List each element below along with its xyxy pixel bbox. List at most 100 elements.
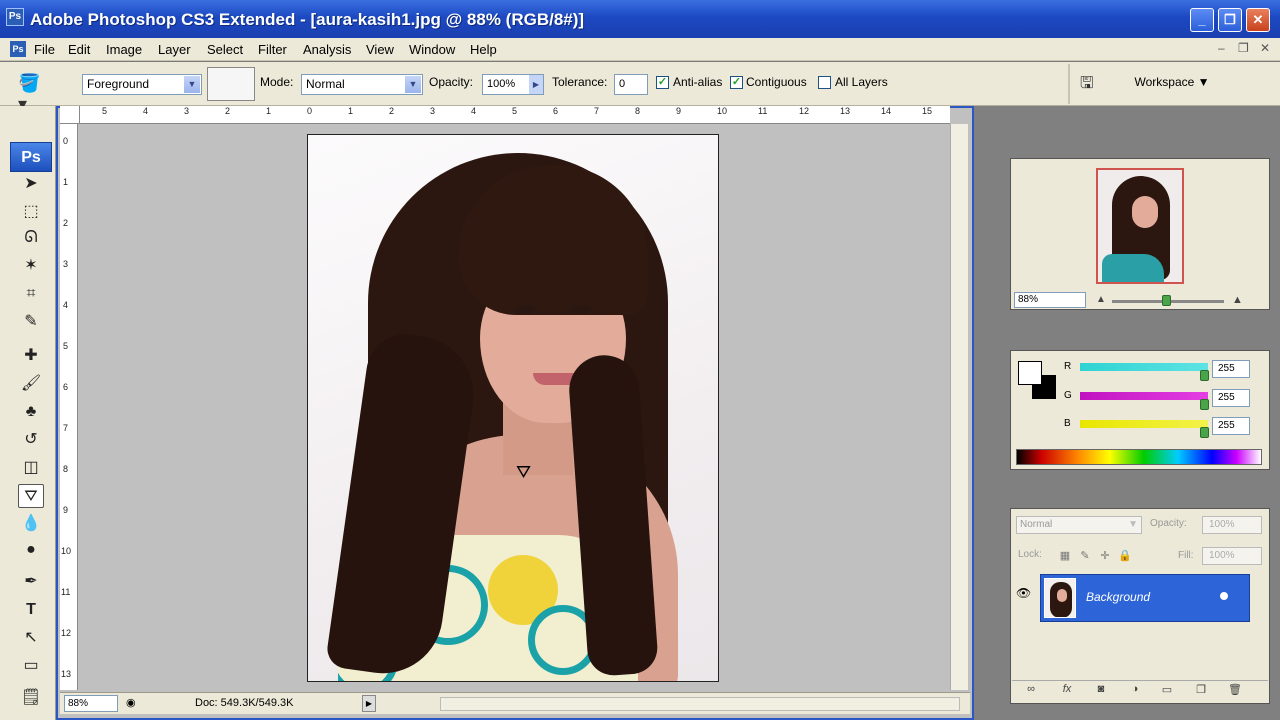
layer-opacity-field[interactable]: 100% [1202,516,1262,534]
lock-pixels-icon[interactable]: ✎ [1078,549,1092,563]
lasso-tool-icon[interactable]: ᘏ [18,226,44,250]
magic-wand-tool-icon[interactable]: ✶ [18,254,44,278]
menu-window[interactable]: Window [409,42,455,57]
all-layers-checkbox[interactable] [818,76,831,89]
notes-tool-icon[interactable]: 🗒 [18,686,44,710]
doc-restore-icon[interactable]: ❐ [1238,41,1249,55]
navigator-zoom-field[interactable]: 88% [1014,292,1086,308]
clone-stamp-tool-icon[interactable]: ♣ [18,400,44,424]
pen-tool-icon[interactable]: ✒ [18,570,44,594]
menu-help[interactable]: Help [470,42,497,57]
doc-close-icon[interactable]: ✕ [1260,41,1270,55]
photoshop-logo[interactable]: Ps [10,142,52,172]
layer-style-icon[interactable]: fx [1058,683,1076,697]
eraser-tool-icon[interactable]: ◫ [18,456,44,480]
minimize-button[interactable]: _ [1190,8,1214,32]
green-channel-thumb[interactable] [1200,399,1209,410]
opacity-flyout-icon[interactable]: ▶ [529,75,543,94]
foreground-color-swatch[interactable] [1018,361,1042,385]
crop-tool-icon[interactable]: ⌗ [18,282,44,306]
paint-bucket-tool-icon[interactable]: ⛛ [18,484,44,508]
ruler-label: 4 [471,106,477,116]
status-menu-arrow-icon[interactable]: ▶ [362,695,376,712]
menu-edit[interactable]: Edit [68,42,90,57]
color-spectrum-ramp[interactable] [1016,449,1262,465]
photoshop-app-icon[interactable]: Ps [6,8,24,26]
doc-minimize-icon[interactable]: – [1218,41,1225,55]
thumb-face [1132,196,1158,228]
status-options-icon[interactable]: ◉ [126,696,136,709]
blur-tool-icon[interactable]: 💧 [18,512,44,536]
slice-tool-icon[interactable]: ✎ [18,310,44,334]
maximize-button[interactable]: ❐ [1218,8,1242,32]
ruler-origin[interactable] [60,106,80,124]
dodge-tool-icon[interactable]: ● [18,538,44,562]
blue-channel-value[interactable]: 255 [1212,417,1250,435]
healing-brush-tool-icon[interactable]: ✚ [18,344,44,368]
lock-transparency-icon[interactable]: ▦ [1058,549,1072,563]
anti-alias-checkbox[interactable]: ✓ [656,76,669,89]
navigator-zoom-thumb[interactable] [1162,295,1171,306]
blue-channel-slider[interactable] [1080,420,1208,428]
layer-thumbnail[interactable] [1044,578,1076,618]
delete-layer-icon[interactable]: 🗑 [1226,683,1244,697]
navigator-thumbnail[interactable] [1096,168,1184,284]
layer-name[interactable]: Background [1086,590,1150,604]
layer-blend-mode-select[interactable]: Normal ▼ [1016,516,1142,534]
lock-all-icon[interactable]: 🔒 [1118,549,1132,563]
workspace-button[interactable]: Workspace ▼ [1122,70,1222,94]
opacity-field[interactable]: 100% ▶ [482,74,544,95]
blend-mode-value: Normal [1020,519,1053,530]
horizontal-ruler[interactable]: 5 4 3 2 1 0 1 2 3 4 5 6 7 8 9 10 11 12 1… [80,106,950,124]
menu-filter[interactable]: Filter [258,42,287,57]
palette-well-icon[interactable]: 🖫 [1080,72,1106,94]
pattern-swatch[interactable] [207,67,255,101]
layer-mask-icon[interactable]: ◙ [1092,683,1110,697]
contiguous-label: Contiguous [746,75,807,89]
link-layers-icon[interactable]: ∞ [1022,683,1040,697]
ruler-label: 13 [61,669,72,679]
menu-analysis[interactable]: Analysis [303,42,351,57]
green-channel-value[interactable]: 255 [1212,389,1250,407]
mode-select[interactable]: Normal ▼ [301,74,423,95]
red-channel-thumb[interactable] [1200,370,1209,381]
menu-view[interactable]: View [366,42,394,57]
brush-tool-icon[interactable]: 🖌 [18,372,44,396]
contiguous-checkbox[interactable]: ✓ [730,76,743,89]
menu-file[interactable]: File [34,42,55,57]
blue-channel-thumb[interactable] [1200,427,1209,438]
zoom-in-icon[interactable]: ▲ [1232,294,1243,306]
close-button[interactable]: ✕ [1246,8,1270,32]
tolerance-field[interactable]: 0 [614,74,648,95]
horizontal-scrollbar[interactable] [440,697,960,711]
zoom-field[interactable]: 88% [64,695,118,712]
menu-select[interactable]: Select [207,42,243,57]
layer-visibility-eye-icon[interactable]: 👁 [1016,586,1031,600]
new-group-icon[interactable]: ▭ [1158,683,1176,697]
vertical-ruler[interactable]: 0 1 2 3 4 5 6 7 8 9 10 11 12 13 [60,124,78,690]
fill-source-select[interactable]: Foreground ▼ [82,74,202,95]
zoom-out-icon[interactable]: ▲ [1096,294,1106,305]
red-channel-value[interactable]: 255 [1212,360,1250,378]
layer-fill-field[interactable]: 100% [1202,547,1262,565]
layer-thumb-face [1057,589,1067,602]
shape-tool-icon[interactable]: ▭ [18,654,44,678]
document-image[interactable] [307,134,719,682]
opacity-label: Opacity: [429,75,474,89]
marquee-tool-icon[interactable]: ⬚ [18,200,44,224]
menu-layer[interactable]: Layer [158,42,191,57]
red-channel-slider[interactable] [1080,363,1208,371]
adjustment-layer-icon[interactable]: ◑ [1126,683,1144,697]
paint-bucket-preset-icon[interactable]: 🪣▾ [18,73,46,114]
vertical-scrollbar[interactable] [950,124,968,690]
move-tool-icon[interactable]: ➤ [18,172,44,196]
history-brush-tool-icon[interactable]: ↺ [18,428,44,452]
status-bar: 88% ◉ Doc: 549.3K/549.3K ▶ [60,692,970,714]
path-selection-tool-icon[interactable]: ↖ [18,626,44,650]
menu-image[interactable]: Image [106,42,142,57]
type-tool-icon[interactable]: T [18,598,44,622]
green-channel-slider[interactable] [1080,392,1208,400]
lock-position-icon[interactable]: ✛ [1098,549,1112,563]
document-icon[interactable]: Ps [10,41,26,57]
new-layer-icon[interactable]: ❐ [1192,683,1210,697]
